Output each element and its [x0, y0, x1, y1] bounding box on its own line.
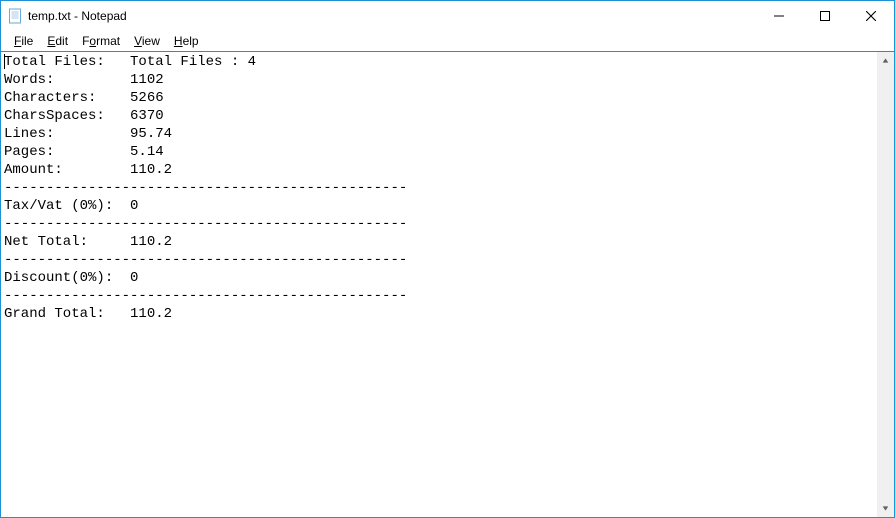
minimize-button[interactable] — [756, 1, 802, 31]
window-title: temp.txt - Notepad — [28, 9, 127, 23]
text-line: Tax/Vat (0%): 0 — [4, 197, 874, 215]
text-line: Characters: 5266 — [4, 89, 874, 107]
text-line: Discount(0%): 0 — [4, 269, 874, 287]
maximize-button[interactable] — [802, 1, 848, 31]
close-button[interactable] — [848, 1, 894, 31]
titlebar[interactable]: temp.txt - Notepad — [1, 1, 894, 31]
scroll-down-icon[interactable] — [877, 500, 894, 517]
text-line: Lines: 95.74 — [4, 125, 874, 143]
text-line: CharsSpaces: 6370 — [4, 107, 874, 125]
text-line: Net Total: 110.2 — [4, 233, 874, 251]
menubar: File Edit Format View Help — [1, 31, 894, 51]
menu-file[interactable]: File — [7, 32, 40, 50]
text-line: Total Files: Total Files : 4 — [4, 53, 874, 71]
notepad-icon — [7, 8, 23, 24]
text-line: ----------------------------------------… — [4, 215, 874, 233]
text-line: ----------------------------------------… — [4, 287, 874, 305]
menu-help[interactable]: Help — [167, 32, 206, 50]
menu-format-label: rmat — [96, 34, 120, 48]
text-line: Words: 1102 — [4, 71, 874, 89]
menu-view[interactable]: View — [127, 32, 167, 50]
text-line: Grand Total: 110.2 — [4, 305, 874, 323]
text-line: ----------------------------------------… — [4, 251, 874, 269]
text-line: Amount: 110.2 — [4, 161, 874, 179]
notepad-window: temp.txt - Notepad File Edit Format View… — [0, 0, 895, 518]
menu-file-label: ile — [21, 34, 33, 48]
vertical-scrollbar[interactable] — [877, 52, 894, 517]
scroll-up-icon[interactable] — [877, 52, 894, 69]
menu-edit[interactable]: Edit — [40, 32, 75, 50]
menu-view-label: iew — [142, 34, 160, 48]
menu-help-label: elp — [183, 34, 199, 48]
content-wrapper: Total Files: Total Files : 4Words: 1102C… — [1, 51, 894, 517]
menu-edit-label: dit — [55, 34, 68, 48]
text-line: Pages: 5.14 — [4, 143, 874, 161]
text-line: ----------------------------------------… — [4, 179, 874, 197]
menu-format[interactable]: Format — [75, 32, 127, 50]
text-editor[interactable]: Total Files: Total Files : 4Words: 1102C… — [1, 52, 877, 517]
